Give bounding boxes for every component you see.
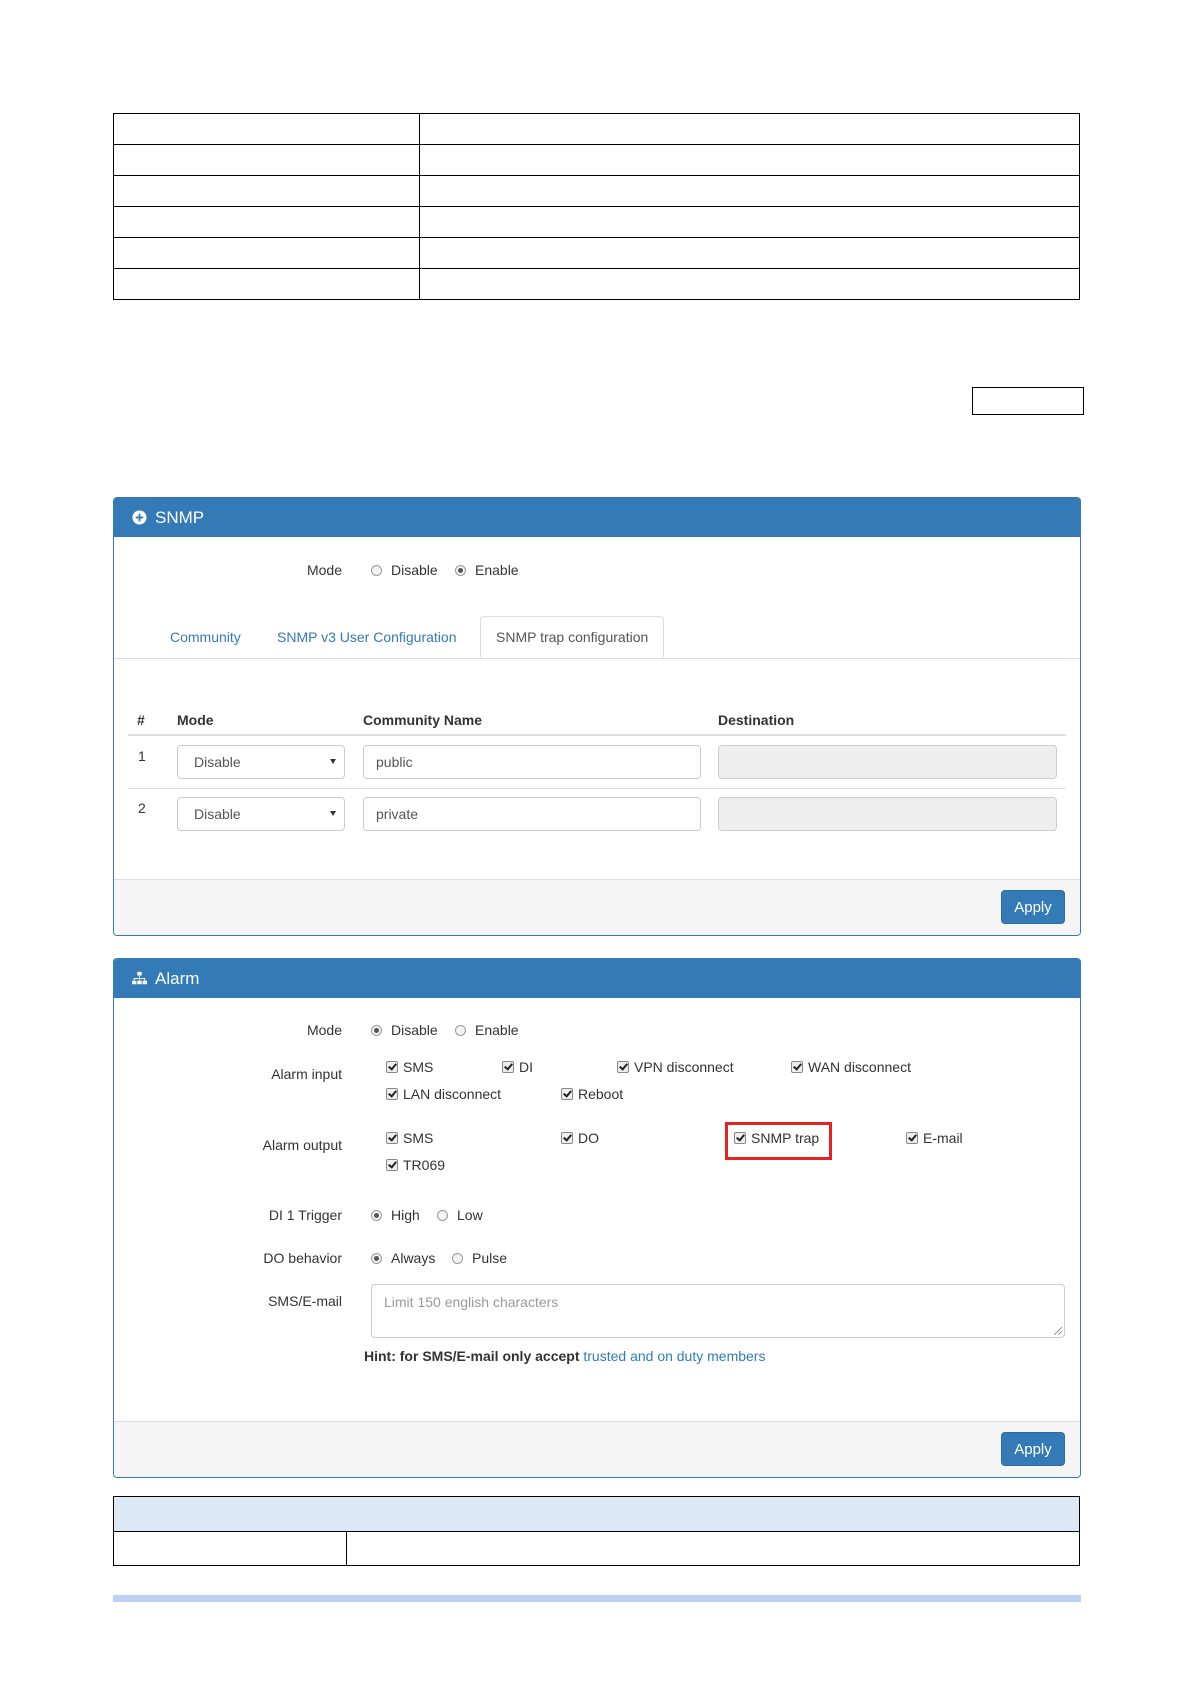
alarm-panel-footer: Apply — [114, 1421, 1080, 1477]
snmp-mode-enable[interactable]: Enable — [455, 562, 519, 578]
snmp-panel-footer: Apply — [114, 879, 1080, 935]
checkbox-icon[interactable] — [386, 1061, 398, 1073]
document-table-bottom — [113, 1496, 1080, 1566]
row-1-destination-input[interactable] — [718, 745, 1057, 779]
row-index: 2 — [138, 800, 146, 816]
tab-snmp-v3-user-configuration[interactable]: SNMP v3 User Configuration — [277, 616, 456, 658]
radio-icon[interactable] — [371, 1209, 382, 1221]
alarm-output-do[interactable]: DO — [561, 1130, 599, 1146]
do-behavior-always[interactable]: Always — [371, 1250, 435, 1266]
resize-handle-icon[interactable] — [1054, 1327, 1062, 1335]
table-row — [113, 1531, 1080, 1566]
alarm-input-di[interactable]: DI — [502, 1059, 533, 1075]
caption-box — [972, 387, 1084, 415]
checkbox-icon[interactable] — [561, 1132, 573, 1144]
alarm-panel: Alarm Mode Disable Enable Alarm input SM… — [113, 958, 1081, 1478]
alarm-mode-label: Mode — [306, 1022, 342, 1038]
di-trigger-high[interactable]: High — [371, 1207, 420, 1223]
checkbox-icon[interactable] — [386, 1088, 398, 1100]
checkbox-icon[interactable] — [386, 1132, 398, 1144]
radio-icon[interactable] — [455, 564, 466, 576]
caret-down-icon — [330, 759, 336, 764]
di-trigger-label: DI 1 Trigger — [268, 1207, 342, 1223]
snmp-mode-label: Mode — [306, 562, 342, 578]
table-row — [113, 113, 1080, 145]
column-header-index: # — [137, 712, 145, 728]
table-row — [113, 237, 1080, 269]
row-index: 1 — [138, 748, 146, 764]
alarm-apply-button[interactable]: Apply — [1001, 1432, 1065, 1466]
radio-icon[interactable] — [452, 1252, 463, 1264]
do-behavior-label: DO behavior — [263, 1250, 342, 1266]
sms-email-label: SMS/E-mail — [268, 1293, 342, 1309]
column-header-destination: Destination — [718, 712, 795, 728]
page-footer-bar — [113, 1595, 1081, 1602]
checkbox-icon[interactable] — [734, 1132, 746, 1144]
alarm-output-sms[interactable]: SMS — [386, 1130, 433, 1146]
sms-email-textarea[interactable]: Limit 150 english characters — [371, 1284, 1065, 1338]
alarm-input-vpn-disconnect[interactable]: VPN disconnect — [617, 1059, 734, 1075]
alarm-input-lan-disconnect[interactable]: LAN disconnect — [386, 1086, 501, 1102]
alarm-input-sms[interactable]: SMS — [386, 1059, 433, 1075]
table-row — [113, 144, 1080, 176]
row-1-mode-select[interactable]: Disable — [177, 745, 345, 779]
caret-down-icon — [330, 811, 336, 816]
di-trigger-low[interactable]: Low — [437, 1207, 483, 1223]
alarm-output-label: Alarm output — [262, 1137, 342, 1153]
checkbox-icon[interactable] — [617, 1061, 629, 1073]
snmp-panel-title: SNMP — [155, 507, 205, 527]
table-row — [113, 1496, 1080, 1532]
alarm-input-reboot[interactable]: Reboot — [561, 1086, 623, 1102]
row-2-destination-input[interactable] — [718, 797, 1057, 831]
alarm-input-wan-disconnect[interactable]: WAN disconnect — [791, 1059, 911, 1075]
table-row — [113, 268, 1080, 300]
do-behavior-pulse[interactable]: Pulse — [452, 1250, 507, 1266]
hint-text: Hint: for SMS/E-mail only accept — [364, 1348, 580, 1364]
alarm-output-snmp-trap[interactable]: SNMP trap — [734, 1130, 819, 1146]
snmp-tabs: Community SNMP v3 User Configuration SNM… — [114, 616, 1080, 659]
snmp-apply-button[interactable]: Apply — [1001, 890, 1065, 924]
sms-email-placeholder: Limit 150 english characters — [384, 1294, 559, 1310]
tab-community[interactable]: Community — [170, 616, 241, 658]
row-divider — [128, 788, 1066, 789]
document-table — [113, 113, 1080, 300]
radio-icon[interactable] — [371, 1252, 382, 1264]
checkbox-icon[interactable] — [502, 1061, 514, 1073]
sitemap-icon — [132, 971, 147, 986]
column-header-mode: Mode — [177, 712, 214, 728]
alarm-panel-title: Alarm — [155, 968, 200, 988]
snmp-panel-heading: SNMP — [114, 498, 1080, 537]
tab-snmp-trap-configuration[interactable]: SNMP trap configuration — [480, 616, 665, 658]
snmp-panel: SNMP Mode Disable Enable Community SNMP … — [113, 497, 1081, 936]
hint-link[interactable]: trusted and on duty members — [583, 1348, 765, 1364]
plus-circle-icon — [132, 510, 147, 525]
radio-icon[interactable] — [371, 1024, 382, 1036]
column-header-community-name: Community Name — [363, 712, 483, 728]
checkbox-icon[interactable] — [791, 1061, 803, 1073]
radio-icon[interactable] — [455, 1024, 466, 1036]
alarm-mode-enable[interactable]: Enable — [455, 1022, 519, 1038]
table-row — [113, 175, 1080, 207]
sms-email-hint: Hint: for SMS/E-mail only accept trusted… — [364, 1348, 765, 1364]
alarm-panel-heading: Alarm — [114, 959, 1080, 998]
alarm-input-label: Alarm input — [271, 1066, 342, 1082]
alarm-output-email[interactable]: E-mail — [906, 1130, 963, 1146]
row-2-community-name-input[interactable]: private — [363, 797, 701, 831]
row-1-community-name-input[interactable]: public — [363, 745, 701, 779]
snmp-mode-disable[interactable]: Disable — [371, 562, 438, 578]
alarm-output-tr069[interactable]: TR069 — [386, 1157, 445, 1173]
table-row — [113, 206, 1080, 238]
table-header-divider — [128, 734, 1066, 736]
alarm-mode-disable[interactable]: Disable — [371, 1022, 438, 1038]
checkbox-icon[interactable] — [561, 1088, 573, 1100]
checkbox-icon[interactable] — [906, 1132, 918, 1144]
radio-icon[interactable] — [437, 1209, 448, 1221]
row-2-mode-select[interactable]: Disable — [177, 797, 345, 831]
checkbox-icon[interactable] — [386, 1159, 398, 1171]
radio-icon[interactable] — [371, 564, 382, 576]
